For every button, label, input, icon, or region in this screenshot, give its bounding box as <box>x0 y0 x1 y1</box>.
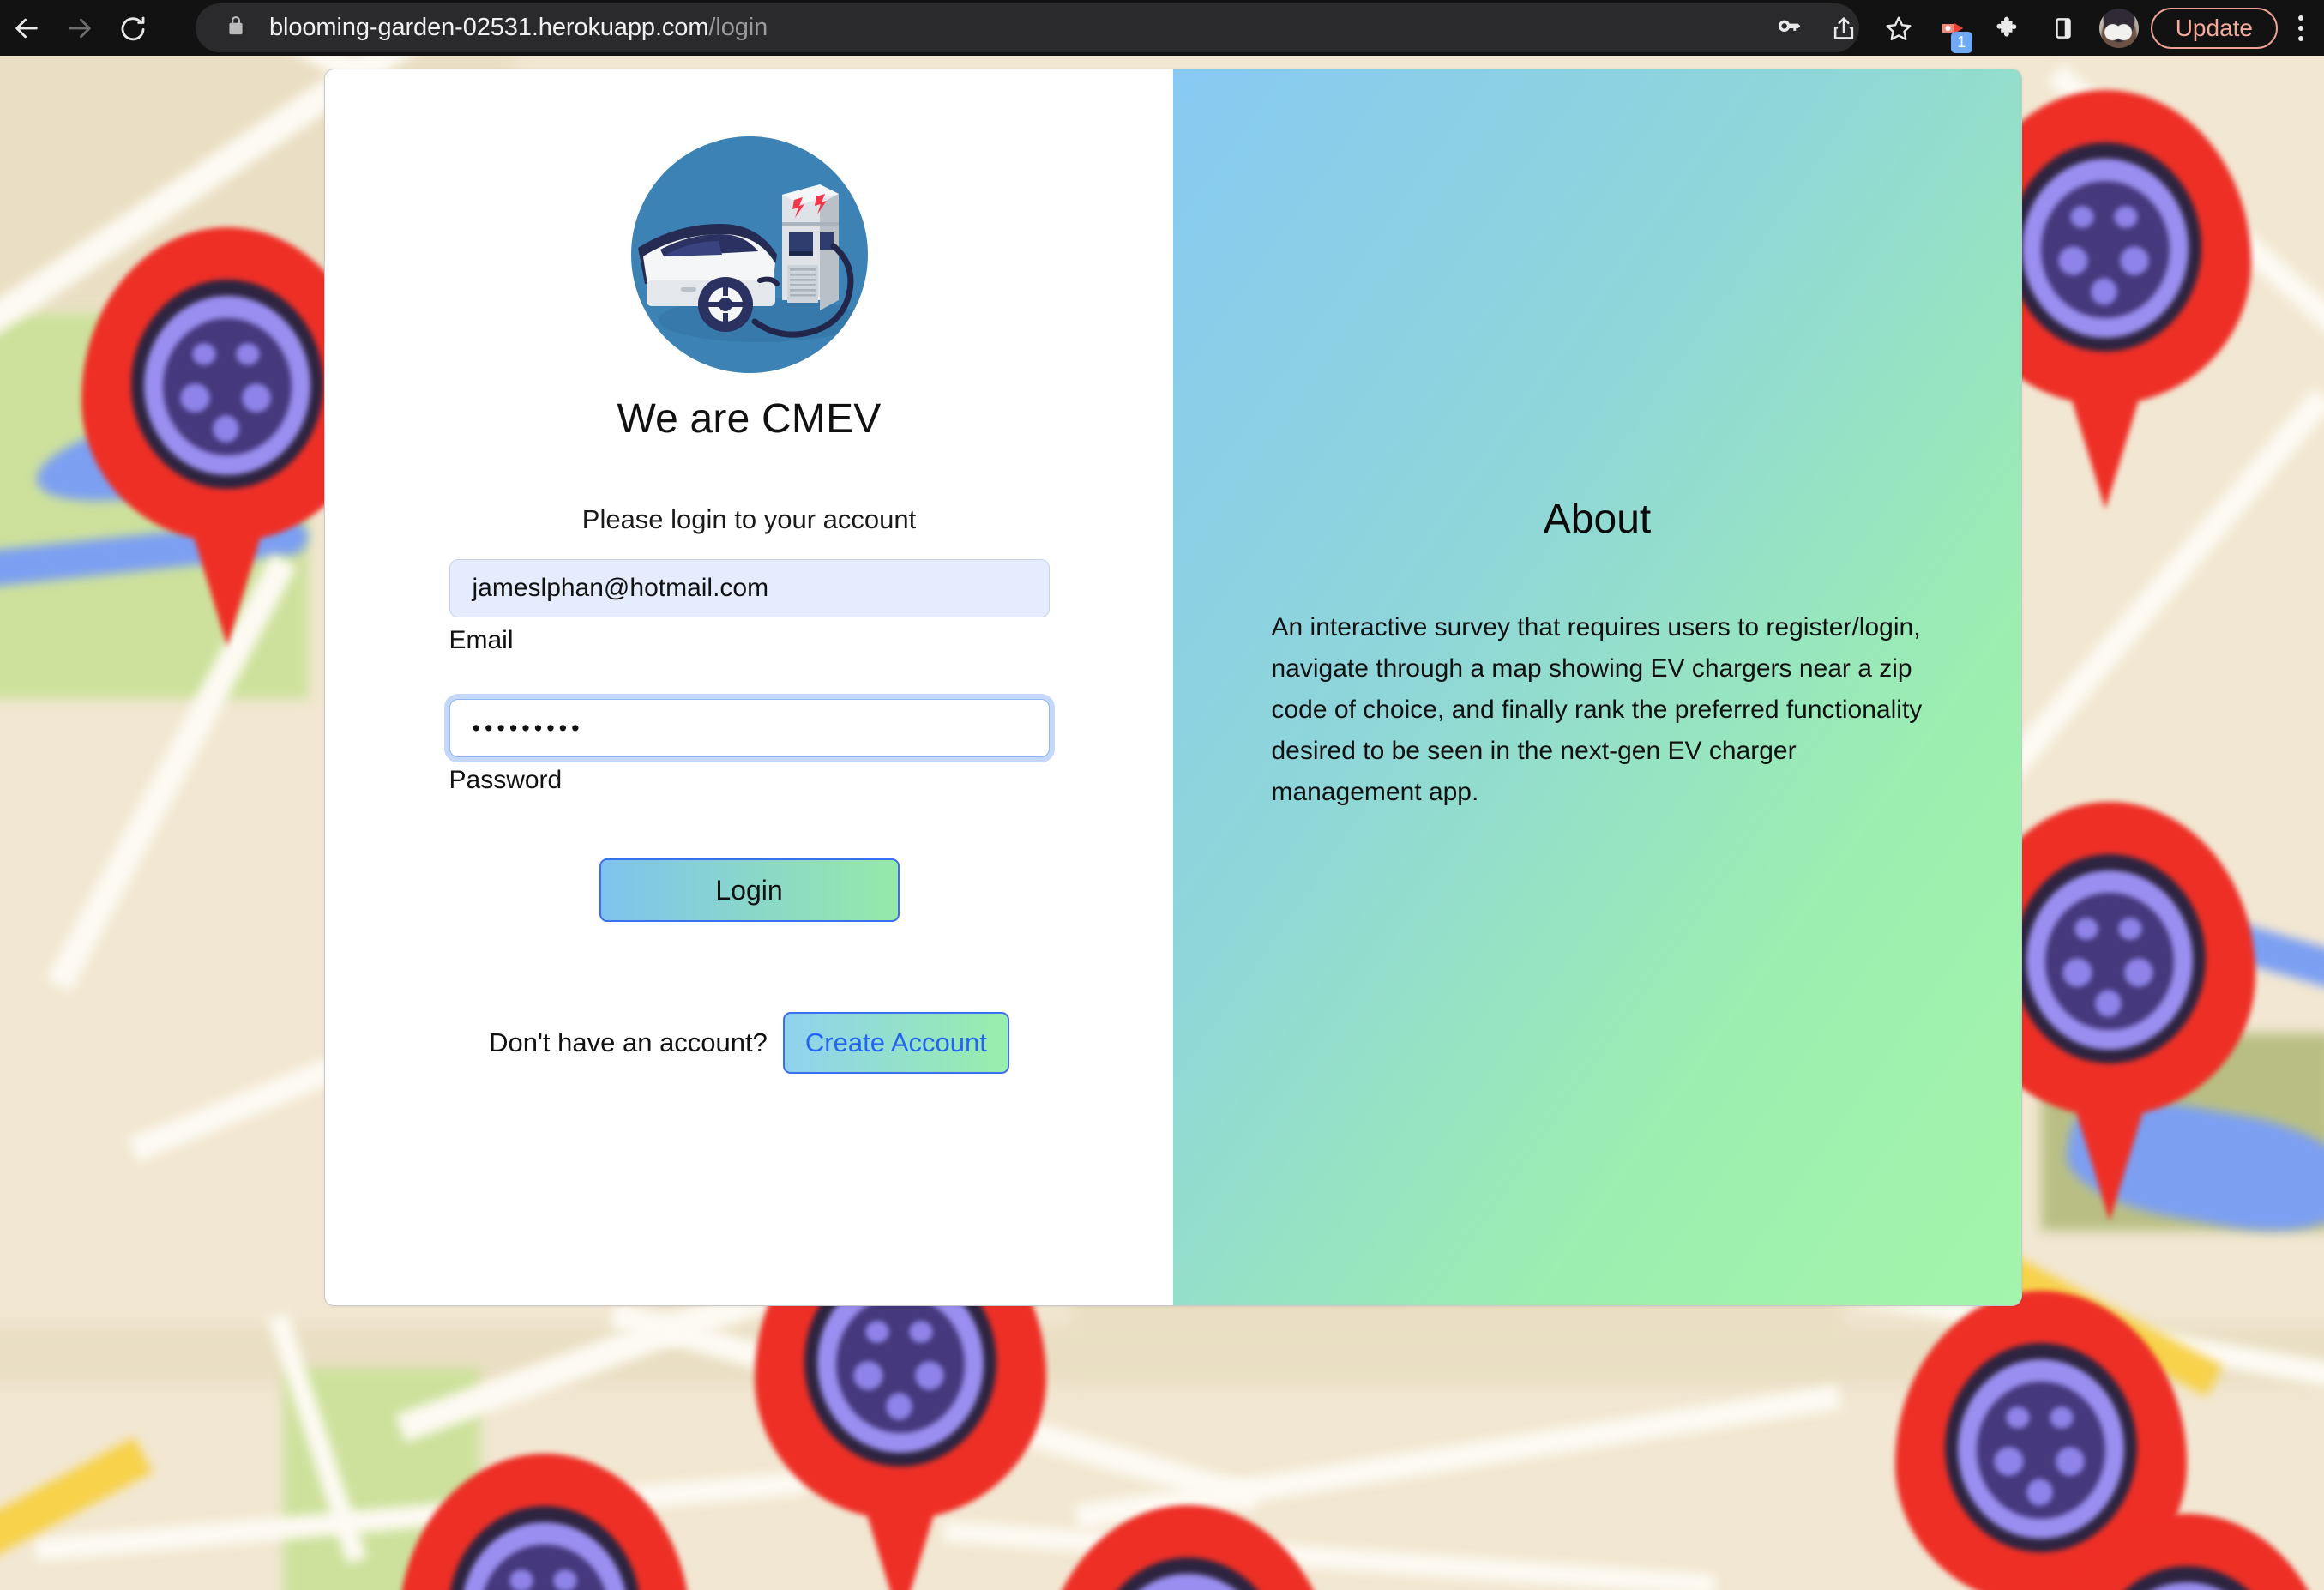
forward-arrow-icon[interactable] <box>53 2 106 55</box>
update-button[interactable]: Update <box>2150 7 2278 49</box>
url-text: blooming-garden-02531.herokuapp.com/logi… <box>269 14 768 42</box>
video-extension-icon[interactable]: 1 <box>1926 1 1981 56</box>
profile-avatar[interactable] <box>2098 8 2139 48</box>
ev-charging-station-logo <box>630 136 868 373</box>
map-pin-charger <box>399 1454 690 1590</box>
email-label: Email <box>449 626 514 654</box>
url-host: blooming-garden-02531.herokuapp.com <box>269 14 709 41</box>
about-pane: About An interactive survey that require… <box>1173 69 2021 1305</box>
lock-icon <box>225 15 247 41</box>
about-body-text: An interactive survey that requires user… <box>1271 613 1923 806</box>
url-path: /login <box>708 14 768 41</box>
login-card: We are CMEV Please login to your account… <box>324 69 2022 1306</box>
signup-row: Don't have an account? Create Account <box>489 1012 1009 1074</box>
back-arrow-icon[interactable] <box>0 2 53 55</box>
share-icon[interactable] <box>1816 1 1871 56</box>
extension-badge-count: 1 <box>1950 31 1972 53</box>
email-field-group: jameslphan@hotmail.com Email <box>449 559 1050 655</box>
toolbar-actions: 1 Update <box>1761 0 2324 56</box>
side-panel-icon[interactable] <box>2036 1 2091 56</box>
puzzle-piece-icon[interactable] <box>1981 1 2036 56</box>
map-pin-charger <box>2041 1514 2324 1590</box>
login-button[interactable]: Login <box>599 858 900 922</box>
page-viewport: We are CMEV Please login to your account… <box>0 56 2324 1590</box>
login-form-pane: We are CMEV Please login to your account… <box>325 69 1173 1305</box>
password-field-group: ••••••••• Password <box>449 699 1050 795</box>
login-prompt: Please login to your account <box>581 504 917 534</box>
star-icon[interactable] <box>1871 1 1926 56</box>
three-dot-menu-icon[interactable] <box>2278 1 2324 56</box>
map-pin-charger <box>1042 1505 1334 1590</box>
address-bar[interactable]: blooming-garden-02531.herokuapp.com/logi… <box>196 3 1859 52</box>
key-icon[interactable] <box>1761 1 1816 56</box>
email-input[interactable]: jameslphan@hotmail.com <box>449 559 1050 617</box>
browser-toolbar: blooming-garden-02531.herokuapp.com/logi… <box>0 0 2324 56</box>
reload-icon[interactable] <box>106 2 160 55</box>
create-account-button[interactable]: Create Account <box>782 1012 1009 1074</box>
password-input[interactable]: ••••••••• <box>449 699 1050 757</box>
signup-prompt-text: Don't have an account? <box>489 1027 768 1057</box>
password-label: Password <box>449 766 563 794</box>
about-title: About <box>1543 497 1652 542</box>
page-title: We are CMEV <box>617 396 882 442</box>
